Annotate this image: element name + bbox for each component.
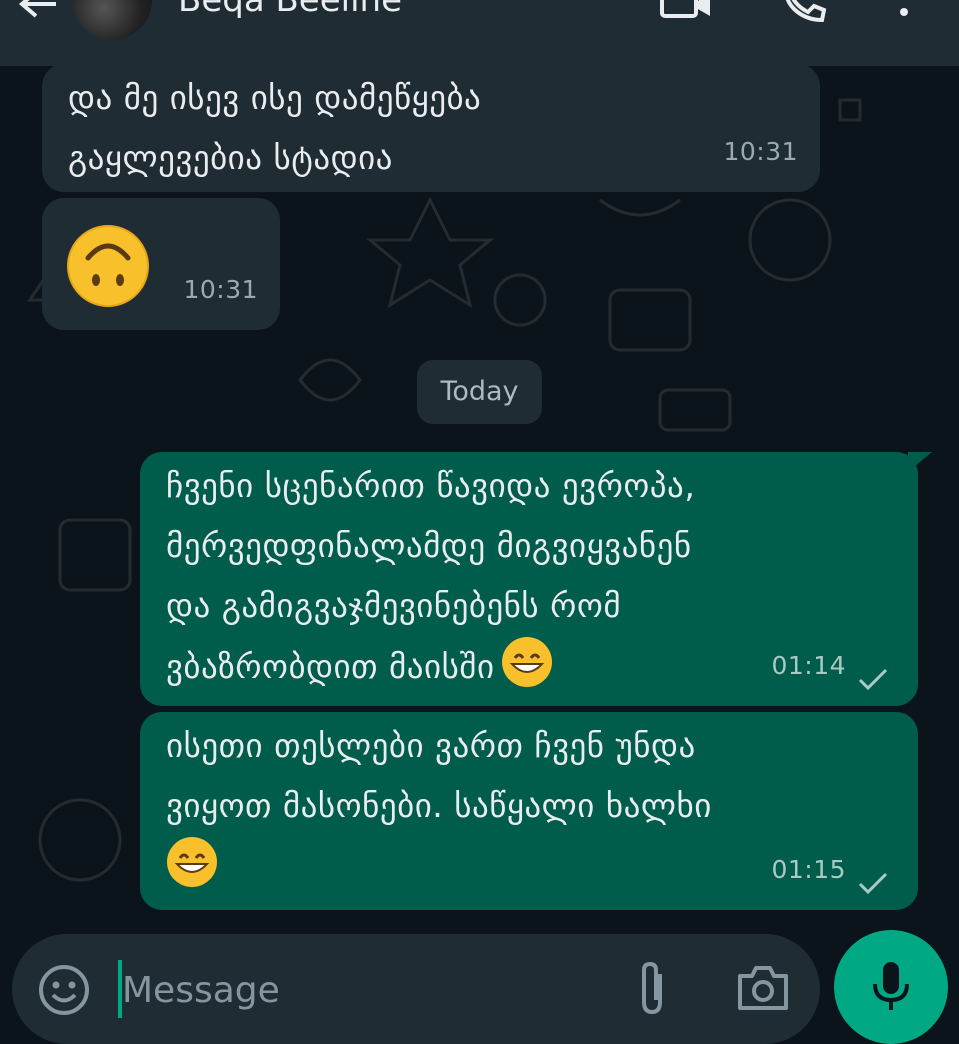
message-input[interactable]: Message xyxy=(122,970,280,1011)
sent-check-icon xyxy=(858,668,888,690)
camera-icon[interactable] xyxy=(736,964,790,1012)
contact-name[interactable]: Beqa Beeline xyxy=(178,0,402,20)
message-time: 01:14 xyxy=(771,651,846,680)
voice-record-button[interactable] xyxy=(834,930,948,1044)
message-time: 10:31 xyxy=(183,275,258,304)
message-time: 01:15 xyxy=(771,855,846,884)
date-divider: Today xyxy=(417,360,542,424)
message-text: და მე ისევ ისე დამეწყება გაყლევებია სტად… xyxy=(68,78,482,177)
message-text: ჩვენი სცენარით წავიდა ევროპა, მერვედფინა… xyxy=(166,466,696,687)
mic-icon xyxy=(873,962,909,1010)
message-bubble-incoming[interactable]: და მე ისევ ისე დამეწყება გაყლევებია სტად… xyxy=(42,64,820,192)
bubble-tail xyxy=(908,452,932,472)
grinning-face-emoji xyxy=(167,837,217,887)
avatar[interactable] xyxy=(72,0,152,40)
back-arrow-icon[interactable] xyxy=(18,0,58,22)
attach-icon[interactable] xyxy=(632,960,672,1018)
message-bubble-outgoing[interactable]: ისეთი თესლები ვართ ჩვენ უნდა ვიყოთ მასონ… xyxy=(140,712,918,910)
message-composer: Message xyxy=(12,934,820,1044)
chat-header: Beqa Beeline xyxy=(0,0,959,66)
message-bubble-outgoing[interactable]: ჩვენი სცენარით წავიდა ევროპა, მერვედფინა… xyxy=(140,452,932,706)
sent-check-icon xyxy=(858,872,888,894)
more-options-icon[interactable] xyxy=(896,0,912,20)
video-call-icon[interactable] xyxy=(660,0,712,20)
message-time: 10:31 xyxy=(723,137,798,166)
upside-down-face-emoji xyxy=(67,225,149,307)
emoji-icon[interactable] xyxy=(38,964,90,1016)
voice-call-icon[interactable] xyxy=(782,0,828,22)
message-text: ისეთი თესლები ვართ ჩვენ უნდა ვიყოთ მასონ… xyxy=(166,716,712,897)
grinning-face-emoji xyxy=(501,637,552,687)
message-bubble-incoming[interactable]: 10:31 xyxy=(42,198,280,330)
